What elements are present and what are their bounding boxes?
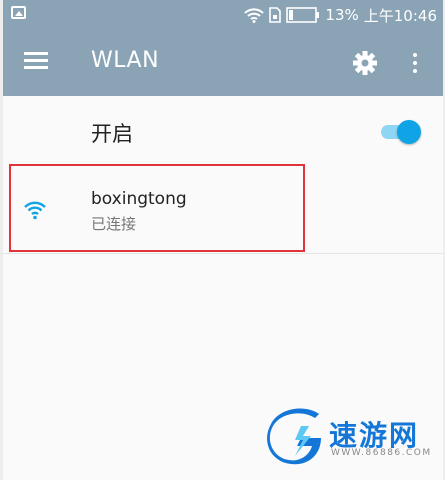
menu-icon[interactable] [24, 52, 48, 70]
image-notification-icon [11, 6, 26, 19]
wlan-toggle[interactable] [381, 120, 423, 144]
wlan-switch-row[interactable]: 开启 [3, 96, 443, 164]
gear-icon[interactable] [352, 50, 378, 76]
battery-icon [286, 7, 320, 23]
screen: 13% 上午10:46 WLAN 开启 boxingtong 已连接 速游网 W… [3, 0, 443, 480]
page-title: WLAN [91, 48, 160, 73]
watermark-logo-icon [265, 408, 325, 466]
status-right: 13% 上午10:46 [244, 4, 437, 26]
toggle-thumb [397, 120, 421, 144]
wifi-signal-icon [244, 7, 265, 23]
watermark: 速游网 WWW.86886.COM [265, 408, 441, 468]
watermark-url: WWW.86886.COM [331, 448, 432, 458]
overflow-menu-icon[interactable] [409, 50, 421, 76]
battery-percent: 13% [325, 6, 359, 24]
wlan-switch-label: 开启 [91, 122, 133, 146]
highlight-box [9, 164, 305, 252]
app-toolbar: WLAN [3, 30, 443, 96]
clock: 上午10:46 [363, 6, 437, 25]
sim-card-icon [269, 7, 282, 23]
status-bar: 13% 上午10:46 [3, 0, 443, 30]
